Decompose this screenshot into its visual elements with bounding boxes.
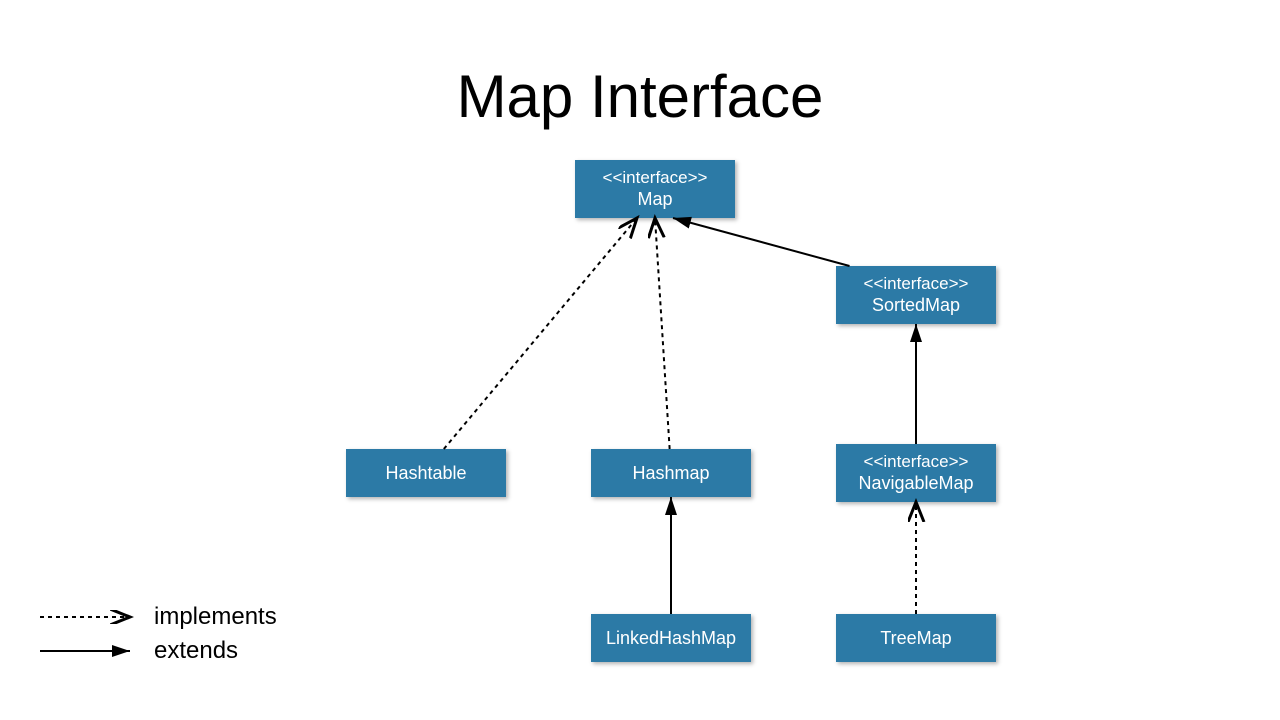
legend-row-extends: extends (40, 634, 277, 668)
node-sortedmap-interface: <<interface>> SortedMap (836, 266, 996, 324)
node-linkedhashmap-class: LinkedHashMap (591, 614, 751, 662)
legend-label-implements: implements (154, 603, 277, 631)
node-label: SortedMap (872, 294, 960, 317)
node-stereotype: <<interface>> (864, 451, 969, 472)
edge-sortedmap-to-map (673, 218, 850, 266)
node-label: TreeMap (880, 627, 951, 650)
node-label: NavigableMap (858, 472, 973, 495)
legend-line-extends-icon (40, 644, 140, 658)
node-map-interface: <<interface>> Map (575, 160, 735, 218)
legend-line-implements-icon (40, 610, 140, 624)
edge-hashmap-to-map (655, 218, 670, 449)
node-stereotype: <<interface>> (603, 167, 708, 188)
node-label: Hashtable (385, 462, 466, 485)
legend-row-implements: implements (40, 600, 277, 634)
node-hashtable-class: Hashtable (346, 449, 506, 497)
node-hashmap-class: Hashmap (591, 449, 751, 497)
node-label: Hashmap (632, 462, 709, 485)
node-label: Map (637, 188, 672, 211)
node-label: LinkedHashMap (606, 627, 736, 650)
legend-label-extends: extends (154, 637, 238, 665)
legend: implements extends (40, 600, 277, 668)
node-stereotype: <<interface>> (864, 273, 969, 294)
diagram-title: Map Interface (0, 62, 1280, 131)
edge-hashtable-to-map (444, 218, 637, 449)
node-treemap-class: TreeMap (836, 614, 996, 662)
node-navigablemap-interface: <<interface>> NavigableMap (836, 444, 996, 502)
